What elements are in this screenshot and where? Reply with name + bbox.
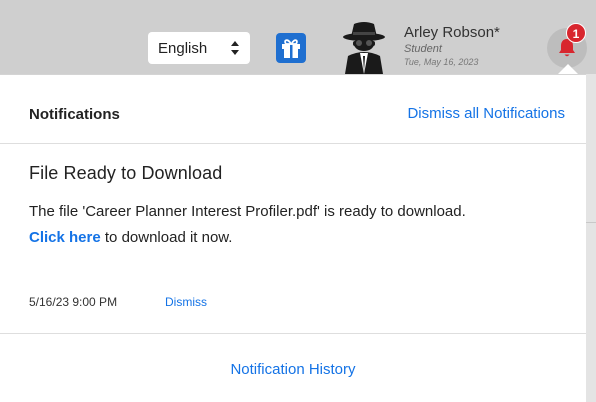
download-link[interactable]: Click here bbox=[29, 229, 101, 246]
panel-pointer bbox=[558, 64, 578, 74]
divider bbox=[0, 333, 586, 334]
language-selected-value: English bbox=[158, 39, 208, 57]
dismiss-all-link[interactable]: Dismiss all Notifications bbox=[407, 105, 565, 122]
language-select[interactable]: English bbox=[148, 32, 250, 64]
user-name: Arley Robson* bbox=[404, 24, 500, 41]
divider bbox=[0, 143, 586, 144]
user-role: Student bbox=[404, 43, 442, 55]
notification-text: The file 'Career Planner Interest Profil… bbox=[29, 203, 466, 220]
top-header: English Arley Robson* Student Tue, May 1… bbox=[0, 0, 596, 74]
notification-message: The file 'Career Planner Interest Profil… bbox=[29, 199, 549, 251]
notification-count-badge: 1 bbox=[566, 23, 586, 43]
panel-title: Notifications bbox=[29, 106, 120, 123]
notification-title: File Ready to Download bbox=[29, 163, 223, 183]
notifications-panel: Notifications Dismiss all Notifications … bbox=[0, 74, 586, 402]
notification-timestamp: 5/16/23 9:00 PM bbox=[29, 295, 118, 309]
background-divider bbox=[586, 222, 596, 223]
notification-link-suffix: to download it now. bbox=[100, 229, 233, 246]
spy-avatar-icon[interactable] bbox=[339, 20, 389, 74]
background-edge bbox=[586, 74, 596, 402]
dismiss-notification-link[interactable]: Dismiss bbox=[165, 295, 207, 309]
notification-history-link[interactable]: Notification History bbox=[0, 361, 586, 378]
gift-button[interactable] bbox=[276, 33, 306, 63]
gift-icon bbox=[282, 39, 300, 58]
user-date: Tue, May 16, 2023 bbox=[404, 57, 479, 67]
updown-arrows-icon bbox=[231, 41, 239, 55]
